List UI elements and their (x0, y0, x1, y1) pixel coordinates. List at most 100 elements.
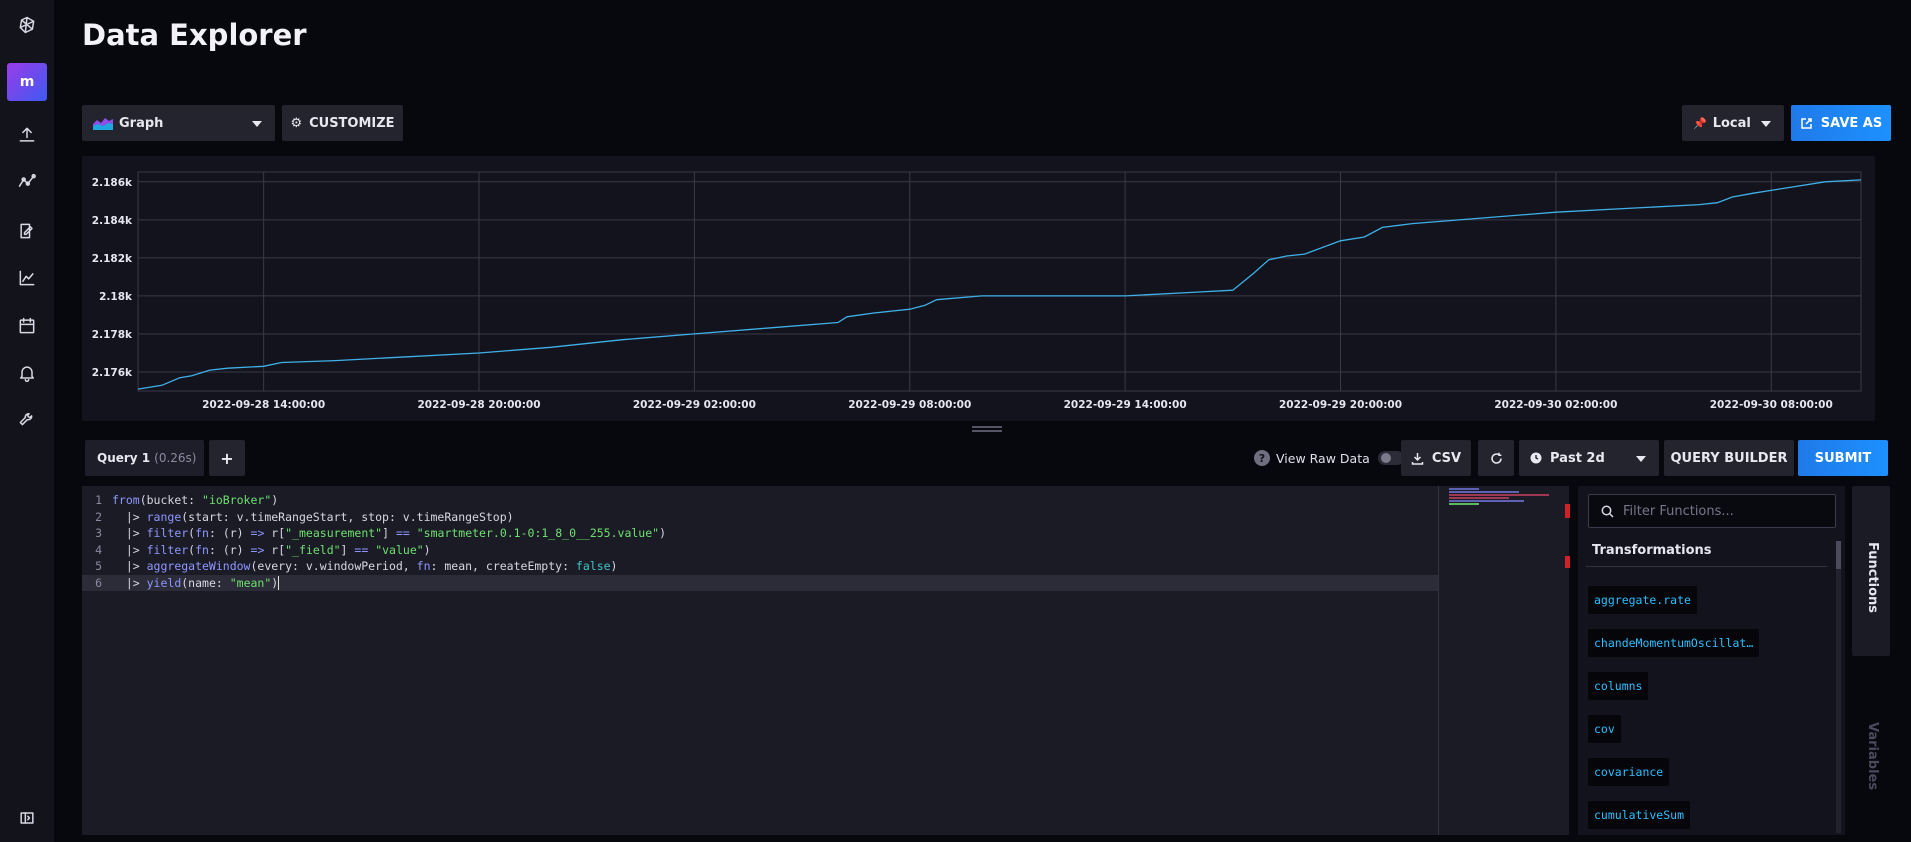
csv-button[interactable]: CSV (1401, 440, 1471, 476)
add-query-button[interactable]: + (209, 440, 245, 476)
code-line[interactable]: 4 |> filter(fn: (r) => r["_field"] == "v… (82, 542, 1438, 558)
editor-minimap[interactable] (1438, 486, 1570, 835)
code-token: "_field" (285, 542, 341, 557)
timezone-dropdown[interactable]: 📌 Local (1682, 105, 1784, 141)
vis-type-dropdown[interactable]: Graph (82, 105, 275, 141)
toggle-switch[interactable] (1377, 451, 1404, 465)
view-raw-data-toggle[interactable]: ? View Raw Data (1254, 449, 1404, 467)
code-token: "mean" (229, 575, 272, 590)
minimap-preview (1449, 488, 1565, 505)
code-token: (every: v.windowPeriod, (250, 559, 417, 573)
gear-icon: ⚙ (290, 115, 303, 131)
code-token: fn (195, 526, 209, 540)
scrollbar-thumb[interactable] (1836, 541, 1841, 569)
collapse-icon[interactable] (0, 800, 54, 836)
query-builder-button[interactable]: QUERY BUILDER (1664, 440, 1794, 476)
search-icon (1601, 505, 1614, 518)
function-item[interactable]: chandeMomentumOscillat… (1588, 629, 1760, 657)
section-divider (1586, 566, 1827, 567)
code-token: ( (188, 526, 196, 540)
function-item[interactable]: covariance (1588, 758, 1670, 786)
code-token: == (395, 526, 410, 540)
external-link-icon (1801, 117, 1812, 129)
code-token: "ioBroker" (202, 493, 272, 507)
tab-variables[interactable]: Variables (1852, 700, 1890, 800)
y-tick-label: 2.186k (92, 177, 133, 189)
code-token: "value" (375, 542, 424, 557)
code-token: |> (112, 509, 147, 524)
vis-type-label: Graph (119, 115, 164, 131)
code-line[interactable]: 3 |> filter(fn: (r) => r["_measurement"]… (82, 525, 1438, 541)
upload-icon[interactable] (0, 117, 54, 153)
tab-functions[interactable]: Functions (1852, 486, 1890, 656)
x-tick-label: 2022-09-29 20:00:00 (1279, 399, 1402, 411)
graph-type-icon (93, 118, 113, 130)
x-tick-label: 2022-09-28 20:00:00 (417, 399, 540, 411)
function-item[interactable]: aggregate.rate (1588, 586, 1697, 614)
code-line[interactable]: 1 from (bucket: "ioBroker") (82, 492, 1438, 508)
tab-variables-label: Variables (1865, 722, 1880, 791)
submit-label: SUBMIT (1814, 450, 1872, 466)
tab-functions-label: Functions (1865, 542, 1880, 614)
function-item[interactable]: cumulativeSum (1588, 801, 1691, 829)
logo-icon[interactable] (0, 7, 54, 43)
code-token: filter (146, 542, 189, 557)
chevron-down-icon (1636, 456, 1646, 462)
chevron-down-icon (252, 121, 262, 127)
filter-functions-input[interactable]: Filter Functions... (1588, 494, 1836, 528)
line-number: 4 (95, 542, 102, 557)
x-tick-label: 2022-09-29 02:00:00 (633, 399, 756, 411)
line-chart[interactable]: 2.176k 2.178k 2.18k 2.182k 2.184k 2.186k 2022-… (82, 156, 1875, 421)
code-token: |> (112, 575, 147, 590)
tasks-icon[interactable] (0, 308, 54, 344)
text-cursor (278, 575, 280, 590)
download-icon (1411, 452, 1424, 465)
time-range-dropdown[interactable]: Past 2d (1519, 440, 1659, 476)
settings-icon[interactable] (0, 402, 54, 438)
data-explorer-icon[interactable] (0, 164, 54, 200)
code-token: fn (416, 559, 431, 573)
org-avatar[interactable]: m (7, 63, 47, 101)
code-token: fn (195, 542, 209, 557)
y-tick-label: 2.182k (92, 253, 133, 265)
customize-button[interactable]: ⚙ CUSTOMIZE (282, 105, 403, 141)
scrollbar-track[interactable] (1836, 541, 1841, 833)
x-tick-label: 2022-09-29 14:00:00 (1064, 399, 1187, 411)
notebook-icon[interactable] (0, 213, 54, 249)
code-token: ) (610, 559, 618, 573)
refresh-button[interactable] (1478, 440, 1514, 476)
code-token: yield (146, 575, 182, 590)
code-line[interactable]: 2 |> range (start: v.timeRangeStart, stop… (82, 509, 1438, 525)
query-tab-label: Query 1 (97, 451, 151, 465)
chevron-down-icon (1761, 121, 1771, 127)
code-line[interactable]: 5 |> aggregateWindow (every: v.windowPeri… (82, 558, 1438, 574)
code-line[interactable]: 6 |> yield (name: "mean") (82, 574, 1438, 591)
code-token: "_measurement" (285, 526, 383, 540)
code-token: ) (423, 542, 431, 557)
tab-query-1[interactable]: Query 1 (0.26s) (85, 440, 204, 476)
line-number: 1 (95, 493, 102, 507)
code-token: ] (382, 526, 396, 540)
submit-button[interactable]: SUBMIT (1798, 440, 1888, 476)
functions-section-title: Transformations (1592, 543, 1712, 558)
csv-label: CSV (1431, 450, 1462, 466)
resize-handle[interactable] (972, 426, 1002, 432)
function-item[interactable]: cov (1588, 715, 1621, 743)
alerts-icon[interactable] (0, 355, 54, 391)
function-item[interactable]: columns (1588, 672, 1649, 700)
x-tick-label: 2022-09-28 14:00:00 (202, 399, 325, 411)
x-tick-label: 2022-09-30 02:00:00 (1494, 399, 1617, 411)
y-tick-label: 2.176k (92, 367, 133, 379)
pin-icon: 📌 (1693, 116, 1707, 130)
save-as-button[interactable]: SAVE AS (1791, 105, 1891, 141)
query-builder-label: QUERY BUILDER (1670, 450, 1788, 466)
refresh-icon (1490, 452, 1502, 464)
timezone-label: Local (1712, 115, 1751, 131)
error-marker (1565, 556, 1570, 568)
code-token: : (r) (208, 526, 251, 540)
code-token: r[ (264, 542, 286, 557)
functions-panel: Filter Functions... Transformations aggr… (1578, 486, 1845, 835)
dashboard-icon[interactable] (0, 260, 54, 296)
query-editor[interactable]: 1 from (bucket: "ioBroker") 2 |> range (star… (82, 486, 1570, 835)
